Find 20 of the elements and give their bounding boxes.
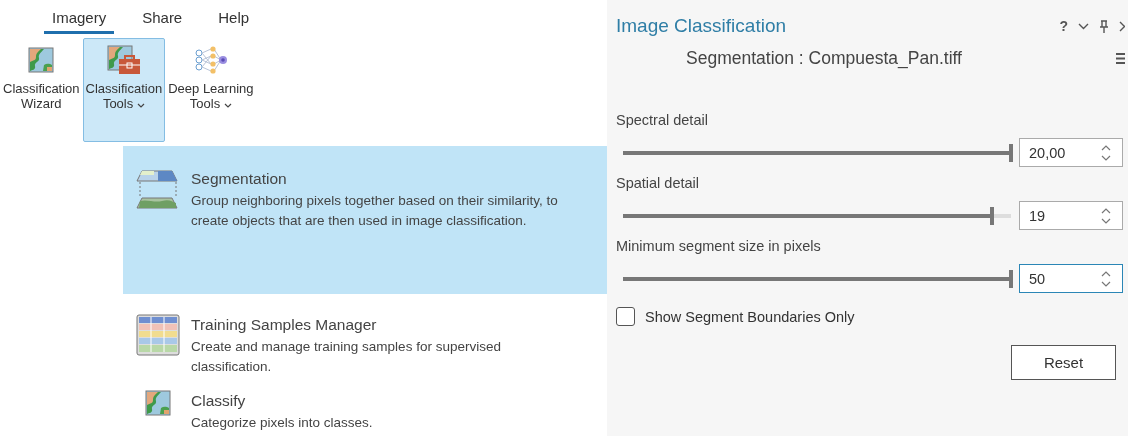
ribbon-button[interactable]: Deep Learning Tools (165, 38, 257, 138)
menu-item[interactable]: Classify Categorize pixels into classes. (123, 374, 607, 436)
number-spinner[interactable]: 50 (1019, 264, 1123, 293)
menu-item[interactable]: Segmentation Group neighboring pixels together based on their similarity, to create objects that are then used in image classification. (123, 146, 607, 294)
ribbon-button[interactable]: Classification Wizard (0, 38, 83, 138)
reset-button[interactable]: Reset (1011, 345, 1116, 380)
number-spinner[interactable]: 20,00 (1019, 138, 1123, 167)
ribbon-button[interactable]: Classification Tools (82, 38, 166, 142)
parameter-label: Spectral detail (616, 112, 709, 130)
menu-item[interactable]: Training Samples Manager Create and manage training samples for supervised classification. (123, 294, 607, 374)
checkbox-label: Show Segment Boundaries Only (645, 308, 855, 325)
number-spinner[interactable]: 19 (1019, 201, 1123, 230)
parameter-label: Minimum segment size in pixels (616, 238, 822, 256)
ribbon-tab[interactable]: Imagery (44, 4, 115, 34)
panel-title: Image Classification (616, 15, 788, 37)
parameter-label: Spatial detail (616, 175, 701, 193)
ribbon-tab[interactable]: Share (134, 4, 191, 34)
panel-subtitle: Segmentation : Compuesta_Pan.tiff (686, 47, 963, 69)
help-button[interactable]: ? (1059, 18, 1068, 34)
ribbon-tab[interactable]: Help (210, 4, 258, 34)
